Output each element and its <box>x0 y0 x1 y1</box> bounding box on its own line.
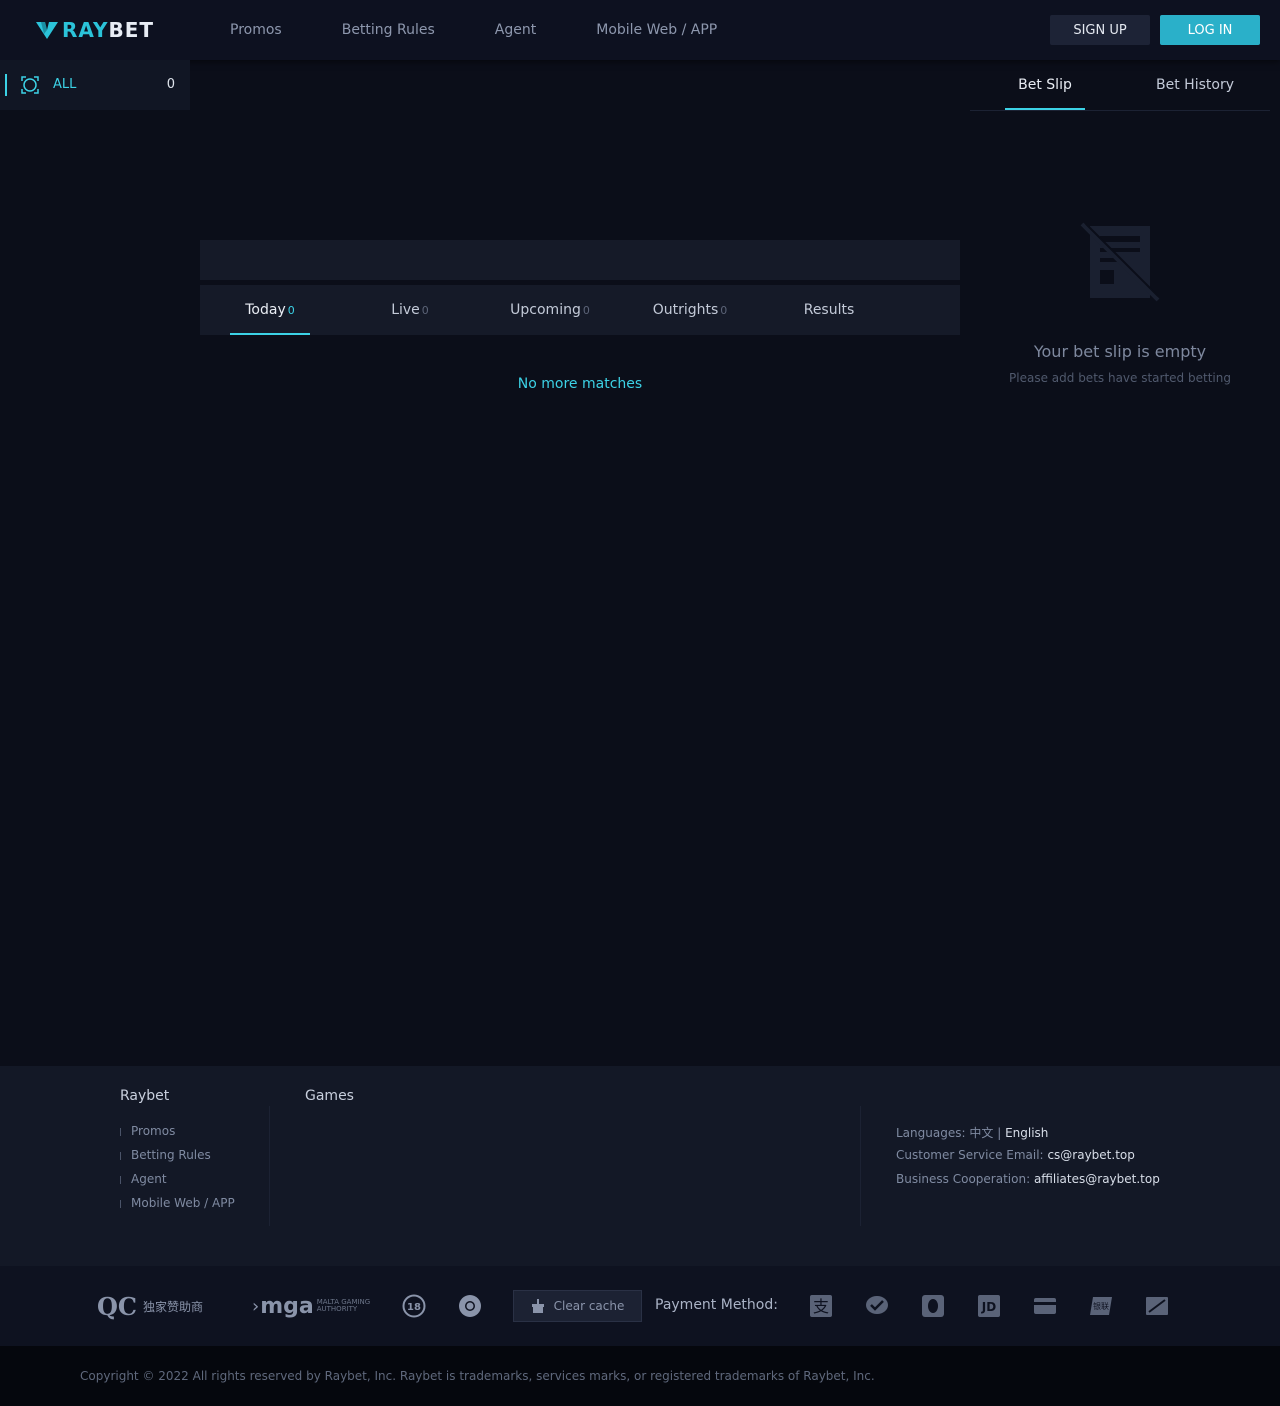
sidebar-item-count: 0 <box>166 77 175 92</box>
qq-pay-icon <box>922 1295 944 1317</box>
footer-languages: Languages: 中文 | English <box>896 1124 1048 1141</box>
empty-slip-icon <box>1080 222 1160 302</box>
footer-link-betting-rules[interactable]: Betting Rules <box>120 1148 211 1162</box>
raybet-logo[interactable]: RAYBET <box>36 18 154 42</box>
no-more-matches: No more matches <box>517 376 643 392</box>
business-value[interactable]: affiliates@raybet.top <box>1034 1172 1160 1186</box>
age-18-icon: 18 <box>402 1294 426 1318</box>
language-en[interactable]: English <box>1005 1126 1048 1140</box>
qc-sponsor-logo: QC 独家赞助商 <box>97 1290 203 1322</box>
email-value[interactable]: cs@raybet.top <box>1047 1148 1134 1162</box>
tab-outrights[interactable]: Outrights 0 <box>650 285 730 335</box>
business-label: Business Cooperation: <box>896 1172 1031 1186</box>
qc-sponsor-text: 独家赞助商 <box>143 1299 204 1314</box>
tab-label: Outrights <box>652 302 719 318</box>
tab-upcoming[interactable]: Upcoming 0 <box>510 285 590 335</box>
languages-label: Languages: <box>896 1126 966 1140</box>
qc-logo-text: QC <box>97 1291 138 1321</box>
footer-divider <box>269 1106 270 1226</box>
footer-divider <box>860 1106 861 1226</box>
top-header: RAYBET Promos Betting Rules Agent Mobile… <box>0 0 1280 60</box>
betslip-empty-subtitle: Please add bets have started betting <box>1009 371 1231 385</box>
footer-business-email: Business Cooperation: affiliates@raybet.… <box>896 1172 1160 1186</box>
tab-bet-slip[interactable]: Bet Slip <box>1005 60 1085 110</box>
tab-label: Results <box>803 302 855 318</box>
unionpay-icon: 银联 <box>1090 1297 1112 1315</box>
mga-chevron-icon: › <box>252 1295 260 1317</box>
broom-icon <box>531 1299 544 1313</box>
tab-active-underline <box>1005 108 1085 110</box>
sidebar-item-all[interactable]: ALL 0 <box>0 60 190 110</box>
betslip-empty-title: Your bet slip is empty <box>1033 342 1207 361</box>
cloud-flash-pay-icon <box>1146 1297 1168 1315</box>
copyright-bar: Copyright © 2022 All rights reserved by … <box>0 1346 1280 1406</box>
bank-card-icon <box>1034 1298 1056 1314</box>
clear-cache-label: Clear cache <box>553 1299 625 1313</box>
tab-count: 0 <box>287 303 295 317</box>
tab-count: 0 <box>582 303 590 317</box>
tab-label: Bet Slip <box>1018 77 1072 93</box>
tab-label: Today <box>245 302 286 318</box>
alipay-icon: 支 <box>810 1295 832 1317</box>
footer-link-agent[interactable]: Agent <box>120 1172 167 1186</box>
tab-count: 0 <box>421 303 429 317</box>
tab-label: Live <box>391 302 420 318</box>
footer-col-raybet-title: Raybet <box>120 1088 170 1104</box>
footer-link-promos[interactable]: Promos <box>120 1124 175 1138</box>
age-badge-text: 18 <box>407 1302 421 1313</box>
match-tabs: Today 0 Live 0 Upcoming 0 Outrights 0 Result… <box>200 285 960 335</box>
language-separator: | <box>997 1126 1002 1140</box>
jd-pay-icon: JD <box>978 1295 1000 1317</box>
partners-bar: QC 独家赞助商 › mga MALTA GAMING AUTHORITY 18 … <box>0 1266 1280 1346</box>
svg-text:支: 支 <box>813 1297 829 1316</box>
mga-subtitle-line2: AUTHORITY <box>316 1305 358 1313</box>
nav-betting-rules[interactable]: Betting Rules <box>342 22 435 38</box>
svg-text:JD: JD <box>981 1300 996 1314</box>
betslip-tabs: Bet Slip Bet History <box>970 60 1270 111</box>
mga-logo: › mga MALTA GAMING AUTHORITY <box>252 1290 370 1322</box>
footer-customer-email: Customer Service Email: cs@raybet.top <box>896 1148 1135 1162</box>
login-button[interactable]: LOG IN <box>1160 15 1260 45</box>
nav-promos[interactable]: Promos <box>230 22 282 38</box>
language-zh[interactable]: 中文 <box>969 1126 993 1140</box>
tab-active-underline <box>230 333 310 335</box>
footer: Raybet Promos Betting Rules Agent Mobile… <box>0 1066 1280 1266</box>
raybet-logo-mark-icon <box>36 22 58 39</box>
copyright-text: Copyright © 2022 All rights reserved by … <box>80 1369 875 1383</box>
payment-method-label: Payment Method: <box>655 1297 778 1313</box>
tab-live[interactable]: Live 0 <box>370 285 450 335</box>
signup-button[interactable]: SIGN UP <box>1050 15 1150 45</box>
wechat-pay-icon <box>866 1296 888 1314</box>
email-label: Customer Service Email: <box>896 1148 1044 1162</box>
sidebar-item-label: ALL <box>53 77 77 92</box>
logo-text-bet: BET <box>108 18 155 42</box>
tab-today[interactable]: Today 0 <box>230 285 310 335</box>
svg-text:银联: 银联 <box>1093 1301 1109 1311</box>
tab-count: 0 <box>720 303 728 317</box>
chrome-icon <box>459 1295 481 1317</box>
footer-col-games-title: Games <box>305 1088 354 1104</box>
mga-subtitle: MALTA GAMING AUTHORITY <box>317 1299 371 1313</box>
nav-agent[interactable]: Agent <box>495 22 536 38</box>
esports-target-icon <box>21 76 39 94</box>
banner-strip <box>200 240 960 280</box>
tab-results[interactable]: Results <box>789 285 869 335</box>
main-nav: Promos Betting Rules Agent Mobile Web / … <box>230 0 777 60</box>
tab-label: Bet History <box>1156 77 1234 93</box>
active-indicator <box>5 74 7 96</box>
tab-label: Upcoming <box>510 302 581 318</box>
tab-bet-history[interactable]: Bet History <box>1150 60 1240 110</box>
logo-text-ray: RAY <box>62 18 109 42</box>
nav-mobile-app[interactable]: Mobile Web / APP <box>596 22 717 38</box>
footer-link-mobile-app[interactable]: Mobile Web / APP <box>120 1196 235 1210</box>
mga-logo-text: mga <box>260 1293 314 1319</box>
clear-cache-button[interactable]: Clear cache <box>513 1290 642 1322</box>
